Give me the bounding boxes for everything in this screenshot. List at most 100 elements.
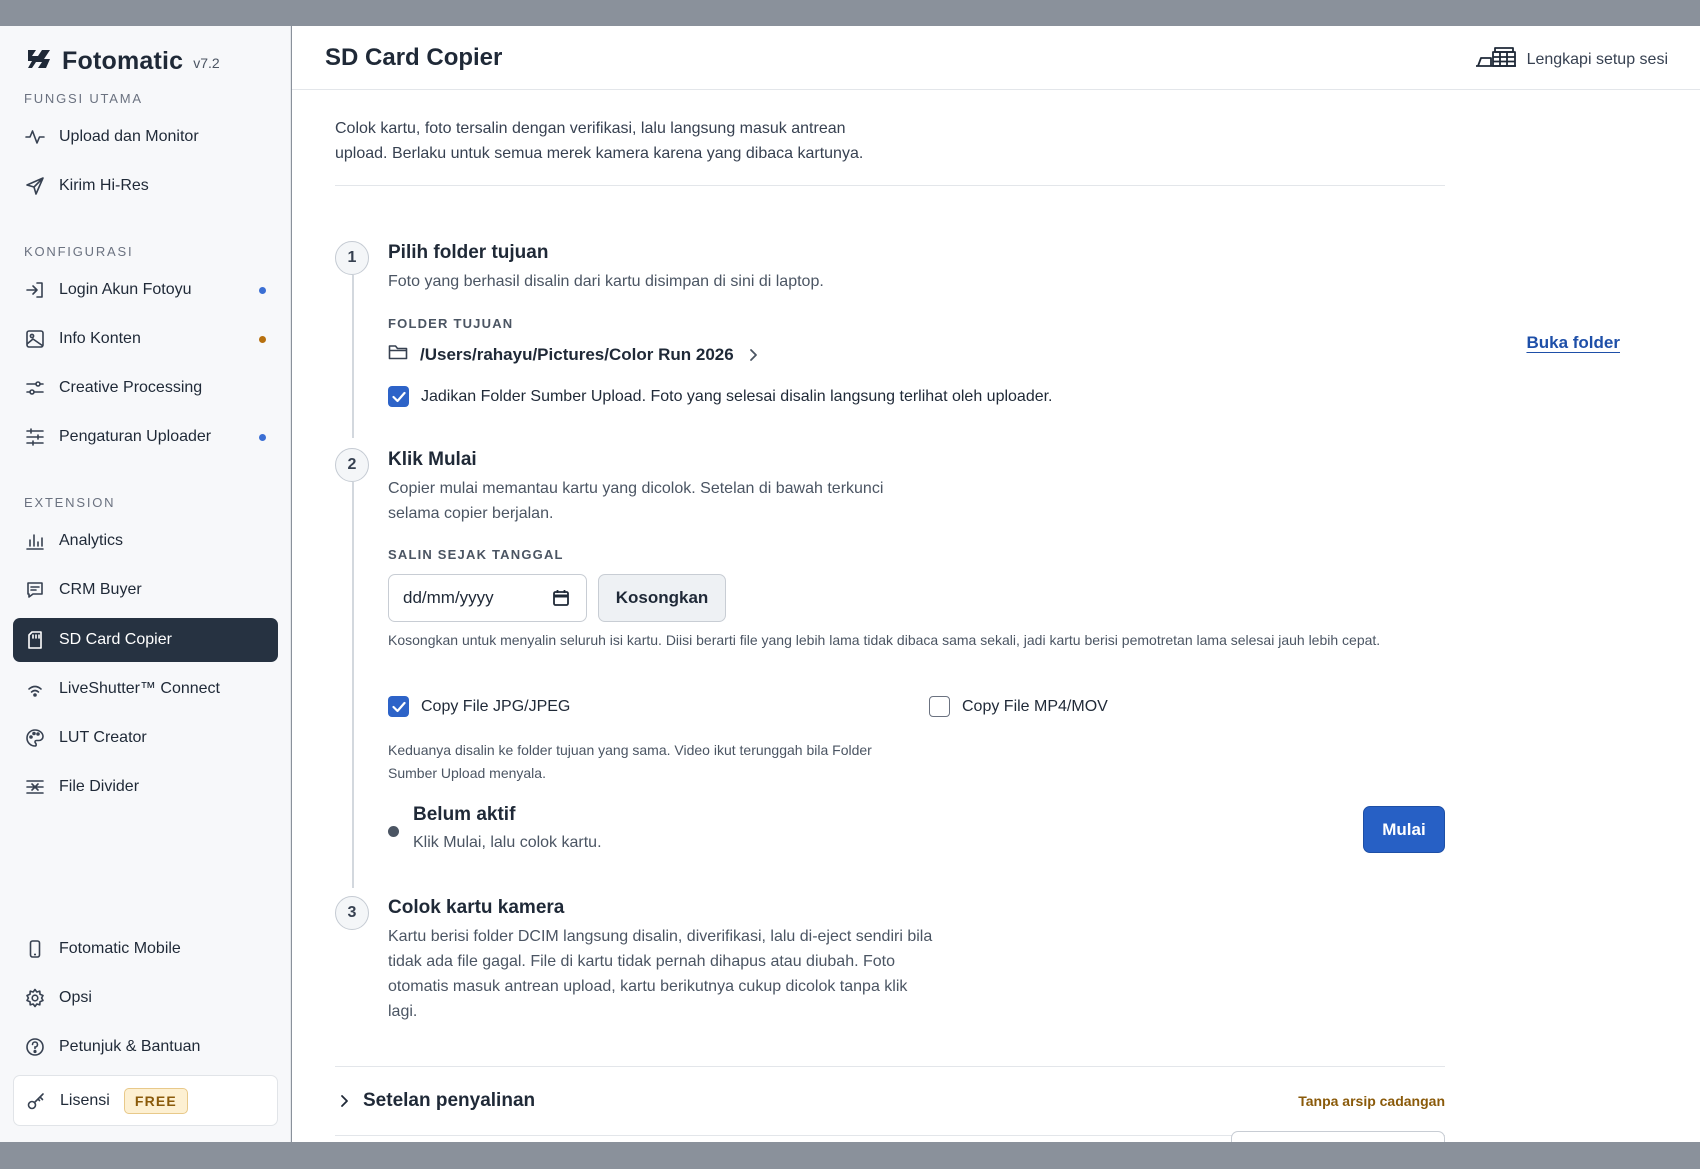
- step-2-desc: Copier mulai memantau kartu yang dicolok…: [388, 480, 884, 522]
- copy-mp4-label: Copy File MP4/MOV: [962, 697, 1108, 715]
- copy-mp4-checkbox-row[interactable]: Copy File MP4/MOV: [929, 696, 1108, 717]
- sidebar-item-label: SD Card Copier: [59, 631, 172, 648]
- sidebar-item-label: Opsi: [59, 989, 92, 1006]
- accordion-title: Setelan penyalinan: [363, 1090, 536, 1111]
- section-label-extension: EXTENSION: [24, 495, 116, 510]
- notification-dot: [259, 434, 266, 441]
- gear-icon: [25, 988, 45, 1008]
- sidebar-item-opsi[interactable]: Opsi: [13, 976, 278, 1020]
- sidebar-item-petunjuk-bantuan[interactable]: Petunjuk & Bantuan: [13, 1025, 278, 1069]
- folder-icon: [388, 343, 408, 366]
- copy-hint: Keduanya disalin ke folder tujuan yang s…: [388, 742, 872, 781]
- step-1-title: Pilih folder tujuan: [388, 242, 549, 263]
- sidebar-item-info-konten[interactable]: Info Konten: [13, 317, 278, 361]
- source-folder-checkbox[interactable]: [388, 386, 409, 407]
- sidebar-item-label: Fotomatic Mobile: [59, 940, 181, 957]
- sd-card-icon: [25, 630, 45, 650]
- login-icon: [25, 280, 45, 300]
- license-badge: FREE: [123, 1087, 188, 1114]
- step-connector-line: [352, 275, 354, 438]
- chevron-right-icon: [748, 348, 758, 362]
- intro-divider: [335, 185, 1445, 186]
- step-3-title: Colok kartu kamera: [388, 897, 565, 918]
- folder-path-row[interactable]: /Users/rahayu/Pictures/Color Run 2026: [388, 343, 758, 366]
- chevron-right-icon: [339, 1094, 349, 1108]
- sidebar-item-label: Petunjuk & Bantuan: [59, 1038, 201, 1055]
- sidebar-item-sd-card-copier[interactable]: SD Card Copier: [13, 618, 278, 662]
- palette-icon: [25, 728, 45, 748]
- sidebar-item-label: Info Konten: [59, 330, 141, 347]
- brand: Fotomatic v7.2: [26, 46, 220, 76]
- start-button[interactable]: Mulai: [1363, 806, 1445, 853]
- step-1-badge: 1: [335, 241, 369, 275]
- sliders-icon: [25, 378, 45, 398]
- sidebar-item-analytics[interactable]: Analytics: [13, 519, 278, 563]
- wifi-icon: [25, 679, 45, 699]
- app-version: v7.2: [193, 55, 220, 71]
- date-hint: Kosongkan untuk menyalin seluruh isi kar…: [388, 632, 1381, 648]
- copy-jpg-checkbox[interactable]: [388, 696, 409, 717]
- settings-sliders-icon: [25, 427, 45, 447]
- step-1-desc: Foto yang berhasil disalin dari kartu di…: [388, 273, 824, 290]
- copy-settings-accordion[interactable]: Setelan penyalinan Tanpa arsip cadangan: [335, 1066, 1445, 1136]
- help-icon: [25, 1037, 45, 1057]
- status-subtitle: Klik Mulai, lalu colok kartu.: [413, 834, 602, 851]
- source-folder-checkbox-row[interactable]: Jadikan Folder Sumber Upload. Foto yang …: [388, 386, 1053, 407]
- sidebar-item-upload-monitor[interactable]: Upload dan Monitor: [13, 115, 278, 159]
- setup-session-link[interactable]: Lengkapi setup sesi: [1475, 46, 1668, 73]
- calendar-icon[interactable]: [552, 589, 570, 612]
- sidebar-item-label: Kirim Hi-Res: [59, 177, 149, 194]
- step-2-badge: 2: [335, 448, 369, 482]
- sidebar-item-creative-processing[interactable]: Creative Processing: [13, 366, 278, 410]
- copy-jpg-checkbox-row[interactable]: Copy File JPG/JPEG: [388, 696, 570, 717]
- license-button[interactable]: Lisensi FREE: [13, 1075, 278, 1126]
- send-icon: [25, 176, 45, 196]
- notification-dot: [259, 336, 266, 343]
- sidebar-item-label: LUT Creator: [59, 729, 147, 746]
- date-input-placeholder: dd/mm/yyyy: [403, 588, 494, 607]
- open-folder-link[interactable]: Buka folder: [1526, 333, 1620, 353]
- copy-mp4-checkbox[interactable]: [929, 696, 950, 717]
- window-bottom-bar: [0, 1142, 1700, 1169]
- main-content: SD Card Copier Lengkapi setup sesi Colok…: [292, 26, 1700, 1142]
- clear-date-button[interactable]: Kosongkan: [598, 574, 726, 622]
- sidebar-item-label: Analytics: [59, 532, 124, 549]
- sidebar-item-kirim-hires[interactable]: Kirim Hi-Res: [13, 164, 278, 208]
- sidebar-item-label: CRM Buyer: [59, 581, 142, 598]
- sidebar-item-label: LiveShutter™ Connect: [59, 680, 220, 697]
- status-title: Belum aktif: [413, 804, 516, 825]
- copy-jpg-label: Copy File JPG/JPEG: [421, 697, 571, 715]
- sidebar-item-crm-buyer[interactable]: CRM Buyer: [13, 568, 278, 612]
- step-3-desc: Kartu berisi folder DCIM langsung disali…: [388, 928, 933, 1020]
- step-connector-line: [352, 482, 354, 888]
- section-label-main: FUNGSI UTAMA: [24, 91, 143, 106]
- partial-control[interactable]: [1231, 1131, 1445, 1142]
- window-top-bar: [0, 0, 1700, 26]
- sidebar-item-fotomatic-mobile[interactable]: Fotomatic Mobile: [13, 927, 278, 971]
- sidebar-item-label: Creative Processing: [59, 379, 203, 396]
- key-icon: [26, 1091, 46, 1111]
- folder-field-label: FOLDER TUJUAN: [388, 316, 514, 331]
- sidebar-item-label: Pengaturan Uploader: [59, 428, 212, 445]
- folder-path: /Users/rahayu/Pictures/Color Run 2026: [420, 344, 734, 364]
- accordion-meta: Tanpa arsip cadangan: [1298, 1093, 1445, 1109]
- sidebar-item-pengaturan-uploader[interactable]: Pengaturan Uploader: [13, 415, 278, 459]
- date-input[interactable]: dd/mm/yyyy: [388, 574, 587, 622]
- sidebar-item-login-fotoyu[interactable]: Login Akun Fotoyu: [13, 268, 278, 312]
- activity-icon: [25, 127, 45, 147]
- checklist-icon: [1475, 46, 1517, 73]
- phone-icon: [25, 939, 45, 959]
- sidebar-item-file-divider[interactable]: File Divider: [13, 765, 278, 809]
- image-icon: [25, 329, 45, 349]
- notification-dot: [259, 287, 266, 294]
- sidebar-item-label: Upload dan Monitor: [59, 128, 199, 145]
- date-field-label: SALIN SEJAK TANGGAL: [388, 547, 564, 562]
- setup-session-label: Lengkapi setup sesi: [1526, 50, 1668, 68]
- source-folder-checkbox-label: Jadikan Folder Sumber Upload. Foto yang …: [421, 387, 1053, 405]
- divider-icon: [25, 777, 45, 797]
- bar-chart-icon: [25, 531, 45, 551]
- app-name: Fotomatic: [62, 46, 184, 75]
- sidebar-item-liveshutter-connect[interactable]: LiveShutter™ Connect: [13, 667, 278, 711]
- status-indicator-dot: [388, 826, 399, 837]
- sidebar-item-lut-creator[interactable]: LUT Creator: [13, 716, 278, 760]
